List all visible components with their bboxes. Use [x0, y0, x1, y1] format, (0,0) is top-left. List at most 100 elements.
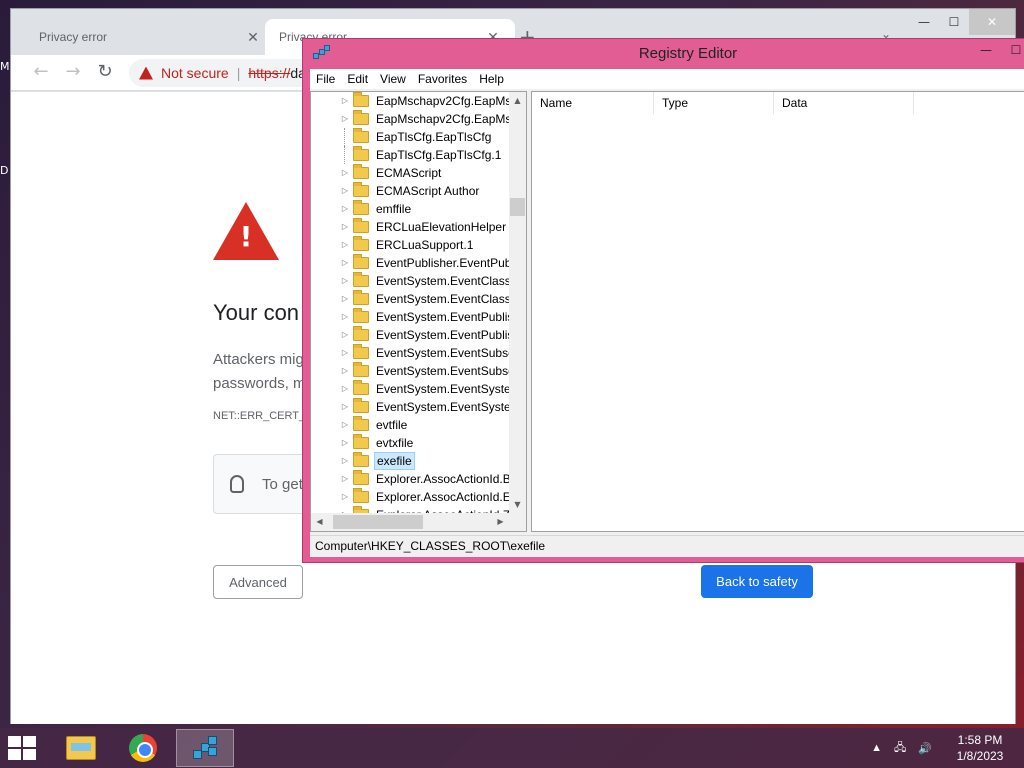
tree-item[interactable]: ▷ evtxfile: [311, 434, 509, 452]
network-icon[interactable]: 🖧: [894, 739, 906, 758]
expand-arrow-icon[interactable]: ▷: [340, 92, 350, 110]
desktop-icon-label-fragment[interactable]: M: [0, 60, 10, 73]
tree-vertical-scrollbar[interactable]: ▲ ▼: [509, 92, 526, 513]
scroll-right-arrow-icon[interactable]: ▶: [492, 513, 509, 531]
maximize-button[interactable]: ☐: [939, 9, 969, 35]
expand-arrow-icon[interactable]: ▷: [340, 218, 350, 236]
tree-item[interactable]: ▷ emffile: [311, 200, 509, 218]
tree-item-label: Explorer.AssocActionId.Bu: [376, 472, 509, 486]
expand-arrow-icon[interactable]: ▷: [340, 182, 350, 200]
expand-arrow-icon[interactable]: ▷: [340, 326, 350, 344]
tree-item[interactable]: ▷ EventSystem.EventSystem: [311, 398, 509, 416]
expand-arrow-icon[interactable]: ▷: [340, 398, 350, 416]
tree-item-label: EventSystem.EventSubscr: [376, 346, 509, 360]
key-tree[interactable]: ▷ EapMschapv2Cfg.EapMsc ▷ EapMschapv2Cfg.Ea…: [310, 91, 527, 532]
minimize-button[interactable]: —: [909, 9, 939, 35]
tree-item[interactable]: ▷ exefile: [311, 452, 509, 470]
expand-arrow-icon[interactable]: ▷: [340, 380, 350, 398]
tree-item[interactable]: ▷ EapMschapv2Cfg.EapMsc: [311, 92, 509, 110]
tree-item[interactable]: ▷ ECMAScript Author: [311, 182, 509, 200]
tree-item[interactable]: ▷ EapMschapv2Cfg.EapMsc: [311, 110, 509, 128]
column-header-data[interactable]: Data: [774, 92, 914, 114]
maximize-button[interactable]: ☐: [1001, 39, 1024, 61]
tree-item[interactable]: ▷ EventSystem.EventSubscr: [311, 362, 509, 380]
tree-item[interactable]: ▷ EventSystem.EventPublish: [311, 308, 509, 326]
close-window-button[interactable]: ✕: [969, 9, 1015, 35]
expand-arrow-icon[interactable]: ▷: [340, 290, 350, 308]
values-list[interactable]: Name Type Data: [531, 91, 1024, 532]
expand-arrow-icon[interactable]: ▷: [340, 416, 350, 434]
security-chip[interactable]: Not secure: [161, 65, 229, 81]
expand-arrow-icon[interactable]: ▷: [340, 308, 350, 326]
window-caption-buttons: — ☐ ✕: [909, 9, 1015, 35]
folder-icon: [353, 92, 369, 107]
scroll-thumb[interactable]: [510, 198, 525, 216]
tree-item[interactable]: EapTlsCfg.EapTlsCfg.1: [311, 146, 509, 164]
tree-item[interactable]: ▷ Explorer.AssocActionId.Zi: [311, 506, 509, 513]
title-bar[interactable]: Registry Editor — ☐: [303, 39, 1024, 69]
tree-item[interactable]: ▷ EventSystem.EventClass: [311, 272, 509, 290]
tree-item-label: ECMAScript: [376, 166, 442, 180]
warning-icon[interactable]: [139, 66, 153, 80]
taskbar-app-registry-editor[interactable]: [176, 729, 234, 767]
expand-arrow-icon[interactable]: ▷: [340, 164, 350, 182]
menu-favorites[interactable]: Favorites: [412, 69, 473, 89]
expand-arrow-icon[interactable]: ▷: [340, 434, 350, 452]
expand-arrow-icon[interactable]: ▷: [340, 236, 350, 254]
minimize-button[interactable]: —: [971, 39, 1001, 61]
tree-item[interactable]: ▷ EventPublisher.EventPubl: [311, 254, 509, 272]
expand-arrow-icon[interactable]: ▷: [340, 200, 350, 218]
tree-item[interactable]: EapTlsCfg.EapTlsCfg: [311, 128, 509, 146]
folder-icon: [353, 182, 369, 197]
scroll-up-arrow-icon[interactable]: ▲: [509, 92, 526, 109]
forward-button[interactable]: →: [61, 61, 85, 85]
advanced-button[interactable]: Advanced: [213, 565, 303, 599]
menu-edit[interactable]: Edit: [341, 69, 374, 89]
browser-tab[interactable]: Privacy error ✕: [25, 19, 275, 55]
expand-arrow-icon[interactable]: ▷: [340, 110, 350, 128]
expand-arrow-icon[interactable]: ▷: [340, 452, 350, 470]
tree-item[interactable]: ▷ EventSystem.EventClass.1: [311, 290, 509, 308]
expand-arrow-icon[interactable]: ▷: [340, 470, 350, 488]
scroll-left-arrow-icon[interactable]: ◀: [311, 513, 328, 531]
tree-item[interactable]: ▷ EventSystem.EventSubscr: [311, 344, 509, 362]
expand-arrow-icon[interactable]: ▷: [340, 362, 350, 380]
windows-start-icon[interactable]: [8, 736, 38, 760]
tree-item-label: EventSystem.EventSubscr: [376, 364, 509, 378]
menu-view[interactable]: View: [374, 69, 412, 89]
scroll-down-arrow-icon[interactable]: ▼: [509, 496, 526, 513]
menu-help[interactable]: Help: [473, 69, 510, 89]
reload-button[interactable]: ↻: [93, 61, 117, 85]
tree-item[interactable]: ▷ ERCLuaSupport.1: [311, 236, 509, 254]
tree-item[interactable]: ▷ EventSystem.EventSystem: [311, 380, 509, 398]
show-hidden-icons-chevron-icon[interactable]: ▲: [871, 742, 882, 754]
column-header-type[interactable]: Type: [654, 92, 774, 114]
folder-icon: [353, 128, 369, 143]
clock[interactable]: 1:58 PM 1/8/2023: [944, 732, 1016, 764]
back-button[interactable]: ←: [29, 61, 53, 85]
tree-item[interactable]: ▷ Explorer.AssocActionId.Er: [311, 488, 509, 506]
column-header-name[interactable]: Name: [532, 92, 654, 114]
tree-item[interactable]: ▷ ERCLuaElevationHelper: [311, 218, 509, 236]
menu-file[interactable]: File: [310, 69, 341, 89]
tree-horizontal-scrollbar[interactable]: ◀ ▶: [311, 513, 509, 531]
regedit-client: File Edit View Favorites Help ▷ EapMschap…: [310, 69, 1024, 557]
desktop-icon-label-fragment[interactable]: D: [0, 164, 8, 177]
expand-arrow-icon[interactable]: ▷: [340, 488, 350, 506]
expand-arrow-icon[interactable]: ▷: [340, 506, 350, 513]
scroll-thumb[interactable]: [333, 515, 423, 529]
expand-arrow-icon[interactable]: ▷: [340, 344, 350, 362]
taskbar-app-chrome[interactable]: [114, 729, 172, 767]
back-to-safety-button[interactable]: Back to safety: [701, 565, 813, 598]
tree-item[interactable]: ▷ evtfile: [311, 416, 509, 434]
volume-icon[interactable]: 🔊: [918, 742, 932, 755]
tree-item[interactable]: ▷ ECMAScript: [311, 164, 509, 182]
error-code[interactable]: NET::ERR_CERT_A: [213, 410, 312, 422]
tree-item[interactable]: ▷ Explorer.AssocActionId.Bu: [311, 470, 509, 488]
tree-item[interactable]: ▷ EventSystem.EventPublish: [311, 326, 509, 344]
expand-arrow-icon[interactable]: ▷: [340, 254, 350, 272]
close-tab-icon[interactable]: ✕: [245, 29, 261, 46]
taskbar-app-file-explorer[interactable]: [52, 729, 110, 767]
expand-arrow-icon[interactable]: ▷: [340, 272, 350, 290]
tree-item-label: EapTlsCfg.EapTlsCfg: [376, 130, 492, 144]
